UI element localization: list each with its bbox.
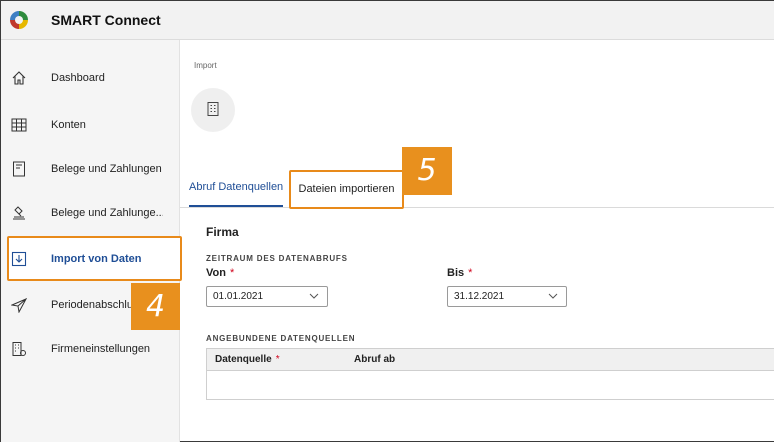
step-callout-4: 4 xyxy=(131,283,180,330)
sidebar-item-label: Dashboard xyxy=(51,72,105,84)
sidebar-item-firmeneinstellungen[interactable]: Firmeneinstellungen xyxy=(1,327,180,371)
top-bar: SMART Connect xyxy=(1,1,774,40)
tab-abruf-datenquellen[interactable]: Abruf Datenquellen xyxy=(189,171,284,207)
chevron-down-icon xyxy=(308,289,320,303)
from-date-select[interactable]: 01.01.2021 xyxy=(206,286,328,307)
to-date-value: 31.12.2021 xyxy=(454,291,505,302)
page-avatar xyxy=(191,88,235,132)
table-header-row: Datenquelle * Abruf ab xyxy=(207,349,774,371)
app-title: SMART Connect xyxy=(51,12,161,28)
sidebar-item-label: Konten xyxy=(51,119,86,131)
from-label-text: Von xyxy=(206,267,226,279)
building-icon xyxy=(206,101,220,120)
to-date-select[interactable]: 31.12.2021 xyxy=(447,286,567,307)
sidebar-item-label: Firmeneinstellungen xyxy=(51,343,151,355)
column-header-abruf-ab: Abruf ab xyxy=(354,354,396,365)
data-sources-table: Datenquelle * Abruf ab xyxy=(206,348,774,400)
send-icon xyxy=(10,296,28,314)
from-label: Von * xyxy=(206,267,234,279)
from-date-value: 01.01.2021 xyxy=(213,291,264,302)
sidebar-item-belege-zahlungen-2[interactable]: Belege und Zahlunge... xyxy=(1,191,180,235)
building-settings-icon xyxy=(10,340,28,358)
sidebar-item-label: Belege und Zahlungen xyxy=(51,163,162,175)
sidebar-item-label: Import von Daten xyxy=(51,253,142,265)
section-title: Firma xyxy=(206,225,239,239)
sidebar-item-label: Belege und Zahlunge... xyxy=(51,207,163,219)
to-label-text: Bis xyxy=(447,267,465,279)
tab-dateien-importieren[interactable]: Dateien importieren xyxy=(289,170,404,209)
sidebar-item-import[interactable]: Import von Daten xyxy=(1,237,180,281)
stamp-icon xyxy=(10,204,28,222)
step-callout-5: 5 xyxy=(402,147,452,195)
breadcrumb: Import xyxy=(194,61,217,70)
period-caption: ZEITRAUM DES DATENABRUFS xyxy=(206,254,348,263)
required-marker: * xyxy=(275,354,280,365)
required-marker: * xyxy=(229,267,235,279)
table-grid-icon xyxy=(10,116,28,134)
to-label: Bis * xyxy=(447,267,472,279)
required-marker: * xyxy=(468,267,473,279)
sidebar-item-dashboard[interactable]: Dashboard xyxy=(1,56,180,100)
sidebar-item-belege-zahlungen[interactable]: Belege und Zahlungen xyxy=(1,147,180,191)
home-icon xyxy=(10,69,28,87)
app-window: SMART Connect Dashboard Konten Belege un… xyxy=(0,0,774,442)
sidebar-item-label: Periodenabschluss xyxy=(51,299,144,311)
sidebar-item-konten[interactable]: Konten xyxy=(1,103,180,147)
tab-bar: Abruf Datenquellen Dateien importieren xyxy=(180,170,774,209)
column-header-label: Datenquelle xyxy=(215,354,272,365)
chevron-down-icon xyxy=(547,289,559,303)
sources-caption: ANGEBUNDENE DATENQUELLEN xyxy=(206,334,356,343)
import-icon xyxy=(10,250,28,268)
document-icon xyxy=(10,160,28,178)
app-logo-icon xyxy=(10,11,28,29)
column-header-datenquelle: Datenquelle * xyxy=(215,354,280,365)
